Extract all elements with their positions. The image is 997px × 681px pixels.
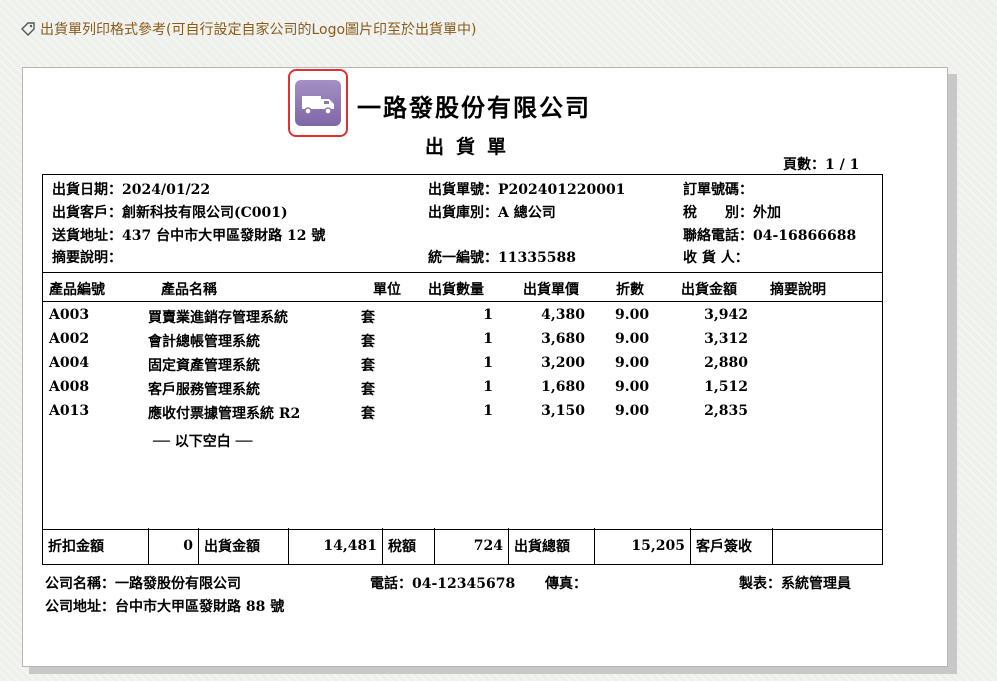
table-row: A004 固定資產管理系統 套 1 3,200 9.00 2,880	[49, 355, 748, 374]
header-amount: 出貨金額	[681, 282, 737, 298]
total-label: 出貨總額	[509, 528, 595, 564]
tax-label: 稅額	[383, 528, 435, 564]
warehouse: 出貨庫別：A 總公司	[428, 205, 556, 221]
amount-label: 出貨金額	[199, 528, 289, 564]
customer: 出貨客戶：創新科技有限公司(C001)	[52, 205, 288, 221]
ship-number: 出貨單號：P202401220001	[428, 182, 626, 198]
amount-value: 14,481	[289, 528, 383, 564]
receiver: 收 貨 人：	[683, 250, 749, 266]
tax-id: 統一編號：11335588	[428, 250, 576, 266]
shipment-info: 出貨日期：2024/01/22 出貨客戶：創新科技有限公司(C001) 送貨地址…	[42, 174, 883, 273]
sign-label: 客戶簽收	[691, 528, 773, 564]
footer-fax: 傳真：	[545, 576, 587, 592]
table-row: A002 會計總帳管理系統 套 1 3,680 9.00 3,312	[49, 331, 748, 350]
footer-address: 公司地址：台中市大甲區發財路 88 號	[45, 599, 285, 615]
discount-label: 折扣金額	[43, 528, 149, 564]
ship-date: 出貨日期：2024/01/22	[52, 182, 211, 198]
summary-note: 摘要說明：	[52, 250, 122, 266]
footer-maker: 製表：系統管理員	[739, 576, 851, 592]
sign-value	[773, 528, 882, 564]
header-unit: 單位	[373, 282, 401, 298]
footer-company: 公司名稱：一路發股份有限公司	[45, 576, 241, 592]
table-row: A003 買賣業進銷存管理系統 套 1 4,380 9.00 3,942	[49, 307, 748, 326]
total-value: 15,205	[595, 528, 691, 564]
tax-value: 724	[435, 528, 509, 564]
delivery-note-sheet: 一路發股份有限公司 出貨單 頁數：1 / 1 出貨日期：2024/01/22 出…	[22, 67, 948, 667]
header-code: 產品編號	[49, 282, 105, 298]
discount-value: 0	[149, 528, 199, 564]
document-title: 出貨單	[425, 136, 519, 158]
company-logo	[288, 69, 348, 137]
header-qty: 出貨數量	[428, 282, 484, 298]
totals-row: 折扣金額 0 出貨金額 14,481 稅額 724 出貨總額 15,205 客戶…	[42, 528, 883, 565]
header-note: 摘要說明	[770, 282, 826, 298]
header-discount: 折數	[616, 282, 644, 298]
delivery-truck-icon	[295, 80, 341, 126]
table-row: A013 應收付票據管理系統 R2 套 1 3,150 9.00 2,835	[49, 403, 748, 422]
header-price: 出貨單價	[523, 282, 579, 298]
blank-marker: ── 以下空白 ──	[153, 434, 253, 450]
contact-phone: 聯絡電話：04-16866688	[683, 228, 857, 244]
tax-type: 稅 別：外加	[683, 205, 781, 221]
header-name: 產品名稱	[161, 282, 217, 298]
table-row: A008 客戶服務管理系統 套 1 1,680 9.00 1,512	[49, 379, 748, 398]
company-title: 一路發股份有限公司	[357, 93, 591, 122]
footer-phone: 電話：04-12345678	[370, 576, 516, 592]
tag-icon	[20, 21, 36, 37]
order-number: 訂單號碼：	[683, 182, 753, 198]
items-table: 產品編號 產品名稱 單位 出貨數量 出貨單價 折數 出貨金額 摘要說明 A003…	[42, 272, 883, 530]
caption-text: 出貨單列印格式參考(可自行設定自家公司的Logo圖片印至於出貨單中)	[40, 22, 477, 38]
table-header: 產品編號 產品名稱 單位 出貨數量 出貨單價 折數 出貨金額 摘要說明	[43, 273, 882, 302]
caption: 出貨單列印格式參考(可自行設定自家公司的Logo圖片印至於出貨單中)	[20, 18, 477, 40]
ship-address: 送貨地址：437 台中市大甲區發財路 12 號	[52, 228, 326, 244]
page-number: 頁數：1 / 1	[783, 157, 860, 173]
